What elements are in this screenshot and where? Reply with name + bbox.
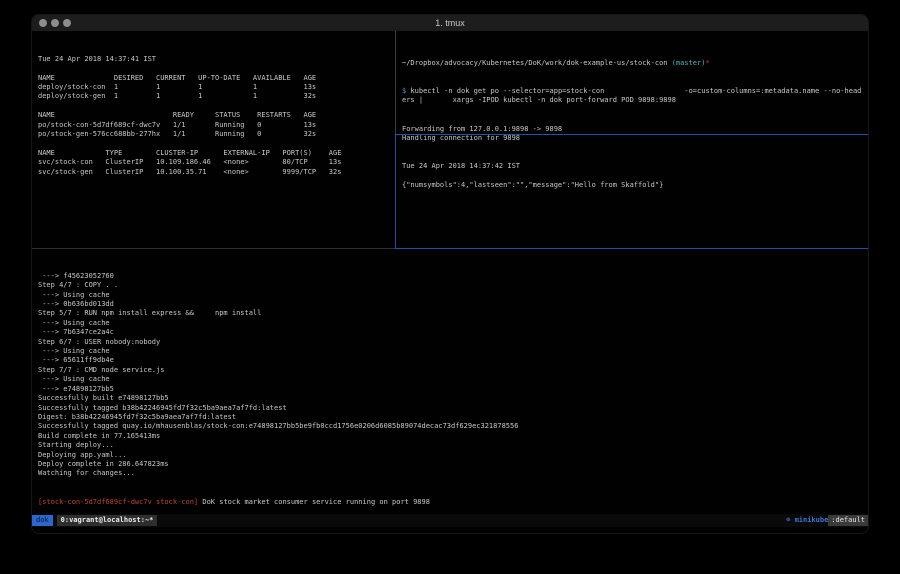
- working-directory: ~/Dropbox/advocacy/Kubernetes/DoK/work/d…: [402, 59, 672, 67]
- pod-log-message: DoK stock market consumer service runnin…: [198, 498, 430, 506]
- pane-divider-horizontal-inactive[interactable]: [32, 248, 395, 249]
- window-title: 1. tmux: [32, 18, 868, 28]
- pane-kubectl-watch[interactable]: Tue 24 Apr 2018 14:37:41 IST NAME DESIRE…: [32, 31, 400, 253]
- pane-divider-vertical-inactive[interactable]: [395, 31, 396, 135]
- pane-app-response[interactable]: Tue 24 Apr 2018 14:37:42 IST {"numsymbol…: [397, 136, 872, 254]
- window-titlebar[interactable]: 1. tmux: [32, 15, 868, 31]
- kubectl-port-forward-command: kubectl -n dok get po --selector=app=sto…: [402, 87, 861, 104]
- terminal-window: 1. tmux Tue 24 Apr 2018 14:37:41 IST NAM…: [32, 15, 868, 533]
- docker-build-output: ---> f45623052760 Step 4/7 : COPY . . --…: [38, 272, 874, 479]
- kubectl-watch-output: Tue 24 Apr 2018 14:37:41 IST NAME DESIRE…: [38, 55, 400, 177]
- kubernetes-namespace: :default: [828, 515, 868, 526]
- pane-divider-vertical-active[interactable]: [395, 134, 396, 249]
- session-name-badge: dok: [32, 515, 53, 526]
- pane-port-forward[interactable]: ~/Dropbox/advocacy/Kubernetes/DoK/work/d…: [397, 31, 872, 142]
- pod-log-line: [stock-con-5d7df689cf-dwc7v stock-con] D…: [38, 498, 874, 507]
- tmux-status-bar: dok 0:vagrant@localhost:~* ☸ minikube :d…: [32, 514, 868, 527]
- window-tab[interactable]: 0:vagrant@localhost:~*: [57, 515, 158, 526]
- kubernetes-helm-icon: ☸: [786, 515, 794, 526]
- status-right: ☸ minikube :default: [786, 514, 868, 527]
- pod-log-prefix: [stock-con-5d7df689cf-dwc7v stock-con]: [38, 498, 198, 506]
- shell-command-line: $ kubectl -n dok get po --selector=app=s…: [402, 87, 872, 106]
- shell-path-line: ~/Dropbox/advocacy/Kubernetes/DoK/work/d…: [402, 59, 872, 68]
- pane-divider-horizontal-active-bottom[interactable]: [395, 248, 868, 249]
- pane-skaffold-log[interactable]: ---> f45623052760 Step 4/7 : COPY . . --…: [32, 250, 874, 516]
- app-response-output: Tue 24 Apr 2018 14:37:42 IST {"numsymbol…: [402, 162, 872, 190]
- kubernetes-context: minikube: [795, 515, 829, 526]
- git-dirty-flag: *: [705, 59, 709, 67]
- screenshot-stage: 1. tmux Tue 24 Apr 2018 14:37:41 IST NAM…: [0, 0, 900, 574]
- pane-divider-horizontal-active-top[interactable]: [395, 134, 868, 135]
- git-branch: (master): [672, 59, 706, 67]
